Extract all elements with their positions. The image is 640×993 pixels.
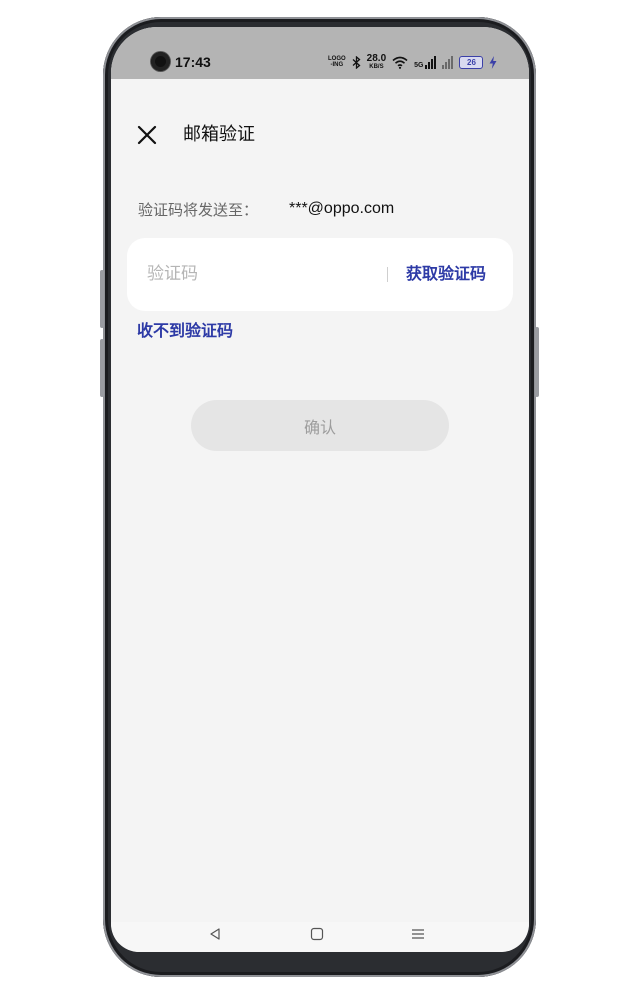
net-speed-value: 28.0 — [366, 52, 387, 64]
page-title: 邮箱验证 — [183, 124, 255, 145]
camera-cutout — [151, 52, 170, 71]
navigation-bar — [111, 922, 529, 952]
back-icon[interactable] — [208, 927, 222, 941]
status-bar: 17:43 LOGO -ING 28.0 KB/S 5G 26 — [111, 27, 529, 79]
screen: 17:43 LOGO -ING 28.0 KB/S 5G 26 邮箱验证 验证码… — [111, 27, 529, 952]
net-speed: 28.0 KB/S — [366, 52, 387, 71]
get-code-button[interactable]: 获取验证码 — [406, 263, 486, 285]
verification-code-input[interactable] — [147, 260, 367, 288]
bluetooth-icon — [352, 55, 361, 69]
status-time: 17:43 — [175, 54, 211, 70]
power-button — [535, 327, 539, 397]
charging-icon — [489, 55, 497, 69]
cellular-signal-icon: 5G — [414, 55, 437, 69]
send-to-email: ***@oppo.com — [289, 200, 395, 217]
send-to-label: 验证码将发送至： — [138, 201, 259, 219]
status-icons: LOGO -ING 28.0 KB/S 5G 26 — [328, 53, 497, 71]
field-divider — [387, 267, 388, 282]
verification-code-field: 获取验证码 — [127, 238, 513, 311]
recents-icon[interactable] — [411, 927, 425, 941]
home-icon[interactable] — [310, 927, 324, 941]
no-code-received-link[interactable]: 收不到验证码 — [137, 320, 233, 342]
close-button[interactable] — [135, 123, 159, 147]
logo-text-bottom: -ING — [330, 62, 344, 68]
volume-up-button — [100, 270, 104, 328]
cellular-signal-2-icon — [442, 55, 454, 69]
battery-level: 26 — [467, 57, 476, 67]
logo-indicator: LOGO -ING — [328, 56, 346, 68]
email-verification-sheet: 邮箱验证 验证码将发送至： ***@oppo.com 获取验证码 收不到验证码 … — [111, 83, 529, 952]
volume-down-button — [100, 339, 104, 397]
net-speed-unit: KB/S — [369, 63, 384, 70]
battery-icon: 26 — [459, 55, 484, 69]
confirm-button[interactable]: 确认 — [191, 400, 449, 451]
wifi-icon — [392, 56, 408, 69]
close-icon — [137, 125, 157, 145]
signal-label: 5G — [414, 61, 424, 69]
confirm-button-label: 确认 — [303, 417, 336, 437]
